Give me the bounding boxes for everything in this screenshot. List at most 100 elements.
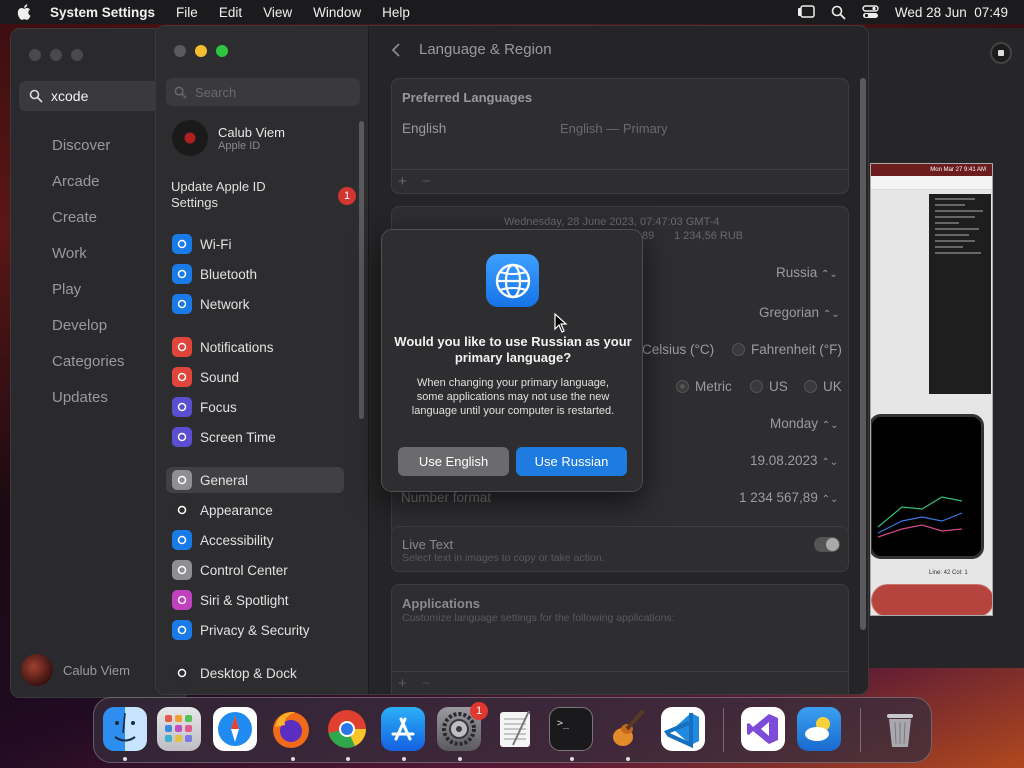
sidebar-item-control-center[interactable]: Control Center — [166, 557, 346, 583]
menu-view[interactable]: View — [263, 5, 292, 20]
window-controls[interactable] — [29, 49, 83, 61]
sidebar-item-label: General — [200, 472, 249, 488]
sidebar-item-bluetooth[interactable]: Bluetooth — [166, 261, 346, 287]
apple-menu-icon[interactable] — [16, 3, 34, 21]
sidebar-item-privacy-security[interactable]: Privacy & Security — [166, 617, 346, 643]
close-button[interactable] — [29, 49, 41, 61]
stage-manager-icon[interactable] — [797, 5, 815, 19]
menu-app-name[interactable]: System Settings — [50, 5, 155, 20]
terminal-icon[interactable]: >_ — [549, 707, 593, 751]
sidebar-item-general[interactable]: General — [166, 467, 344, 493]
menubar-clock[interactable]: Wed 28 Jun 07:49 — [895, 5, 1008, 20]
number-format-label: Number format — [401, 490, 492, 505]
stop-recording-button[interactable] — [990, 42, 1012, 64]
thumbnail-status-text: Line: 42 Col: 1 — [929, 570, 968, 576]
change-language-dialog: Would you like to use Russian as your pr… — [381, 229, 643, 492]
applications-title: Applications — [402, 596, 481, 611]
menu-help[interactable]: Help — [382, 5, 410, 20]
launchpad-icon[interactable] — [157, 707, 201, 751]
nav-create[interactable]: Create — [52, 205, 125, 241]
add-language-button[interactable]: + — [398, 173, 407, 190]
date-format-value: 19.08.2023 — [750, 453, 818, 468]
app-store-icon[interactable] — [381, 707, 425, 751]
main-scrollbar[interactable] — [860, 78, 866, 630]
nav-work[interactable]: Work — [52, 241, 125, 277]
measurement-metric[interactable]: Metric — [676, 379, 732, 394]
nav-categories[interactable]: Categories — [52, 349, 125, 385]
nav-develop[interactable]: Develop — [52, 313, 125, 349]
region-popup[interactable]: Russia ⌃⌄ — [776, 265, 838, 280]
sidebar-item-wifi[interactable]: Wi-Fi — [166, 231, 346, 257]
nav-arcade[interactable]: Arcade — [52, 169, 125, 205]
settings-sidebar: Search Calub Viem Apple ID Update Apple I… — [156, 26, 369, 694]
update-apple-id-settings[interactable]: Update Apple ID Settings 1 — [171, 179, 356, 211]
language-name[interactable]: English — [402, 121, 446, 136]
chrome-icon[interactable] — [325, 707, 369, 751]
remove-language-button[interactable]: − — [422, 173, 431, 190]
sidebar-item-network[interactable]: Network — [166, 291, 346, 317]
sidebar-item-appearance[interactable]: Appearance — [166, 497, 346, 523]
finder-icon[interactable] — [103, 707, 147, 751]
fahrenheit-radio[interactable] — [732, 343, 745, 356]
region-value: Russia — [776, 265, 818, 280]
textedit-icon[interactable] — [493, 707, 537, 751]
temperature-fahrenheit[interactable]: Fahrenheit (°F) — [732, 342, 842, 357]
dialog-title: Would you like to use Russian as your pr… — [394, 334, 632, 365]
metric-radio[interactable] — [676, 380, 689, 393]
date-format-popup[interactable]: 19.08.2023 ⌃⌄ — [750, 453, 838, 468]
sidebar-item-accessibility[interactable]: Accessibility — [166, 527, 346, 553]
menu-file[interactable]: File — [176, 5, 198, 20]
menu-window[interactable]: Window — [313, 5, 361, 20]
firefox-icon[interactable] — [269, 707, 313, 751]
nav-discover[interactable]: Discover — [52, 133, 125, 169]
add-application-button[interactable]: + — [398, 675, 407, 692]
number-format-popup[interactable]: 1 234 567,89 ⌃⌄ — [739, 490, 838, 505]
safari-icon[interactable] — [213, 707, 257, 751]
visual-studio-icon[interactable] — [741, 707, 785, 751]
menu-edit[interactable]: Edit — [219, 5, 242, 20]
us-radio[interactable] — [750, 380, 763, 393]
hand-icon — [172, 620, 192, 640]
sidebar-item-siri-spotlight[interactable]: Siri & Spotlight — [166, 587, 346, 613]
window-controls[interactable] — [174, 45, 228, 57]
sidebar-item-notifications[interactable]: Notifications — [166, 334, 346, 360]
garageband-icon[interactable] — [605, 707, 649, 751]
vscode-icon[interactable] — [661, 707, 705, 751]
desktop-icon — [172, 663, 192, 683]
temperature-celsius[interactable]: Celsius (°C) — [642, 342, 714, 357]
zoom-button[interactable] — [71, 49, 83, 61]
apple-id-account[interactable]: Calub Viem Apple ID — [172, 120, 285, 156]
uk-radio[interactable] — [804, 380, 817, 393]
settings-search-field[interactable]: Search — [166, 78, 360, 106]
calendar-popup[interactable]: Gregorian ⌃⌄ — [759, 305, 840, 320]
sidebar-scrollbar[interactable] — [359, 121, 364, 419]
minimize-button[interactable] — [50, 49, 62, 61]
sidebar-item-sound[interactable]: Sound — [166, 364, 346, 390]
app-store-account[interactable]: Calub Viem — [21, 654, 130, 686]
zoom-button[interactable] — [216, 45, 228, 57]
spotlight-search-icon[interactable] — [831, 5, 846, 20]
back-chevron-icon[interactable] — [391, 42, 401, 57]
weather-icon[interactable] — [797, 707, 841, 751]
measurement-uk-label: UK — [823, 379, 842, 394]
live-text-toggle[interactable] — [814, 537, 840, 552]
sidebar-item-focus[interactable]: Focus — [166, 394, 346, 420]
update-badge: 1 — [338, 187, 356, 205]
sidebar-item-desktop-dock[interactable]: Desktop & Dock — [166, 660, 346, 686]
nav-play[interactable]: Play — [52, 277, 125, 313]
control-center-icon[interactable] — [862, 5, 879, 19]
use-english-button[interactable]: Use English — [398, 447, 509, 476]
minimize-button[interactable] — [195, 45, 207, 57]
first-day-popup[interactable]: Monday ⌃⌄ — [770, 416, 839, 431]
measurement-uk[interactable]: UK — [804, 379, 842, 394]
measurement-us[interactable]: US — [750, 379, 788, 394]
remove-application-button[interactable]: − — [422, 675, 431, 692]
svg-text:>_: >_ — [557, 718, 570, 729]
close-button[interactable] — [174, 45, 186, 57]
trash-icon[interactable] — [878, 707, 922, 751]
sidebar-item-screen-time[interactable]: Screen Time — [166, 424, 346, 450]
screenshot-thumbnail[interactable]: Mon Mar 27 9:41 AM Line: 42 Col: 1 — [870, 163, 993, 616]
preferred-languages-title: Preferred Languages — [402, 90, 533, 105]
nav-updates[interactable]: Updates — [52, 385, 125, 421]
use-russian-button[interactable]: Use Russian — [516, 447, 627, 476]
